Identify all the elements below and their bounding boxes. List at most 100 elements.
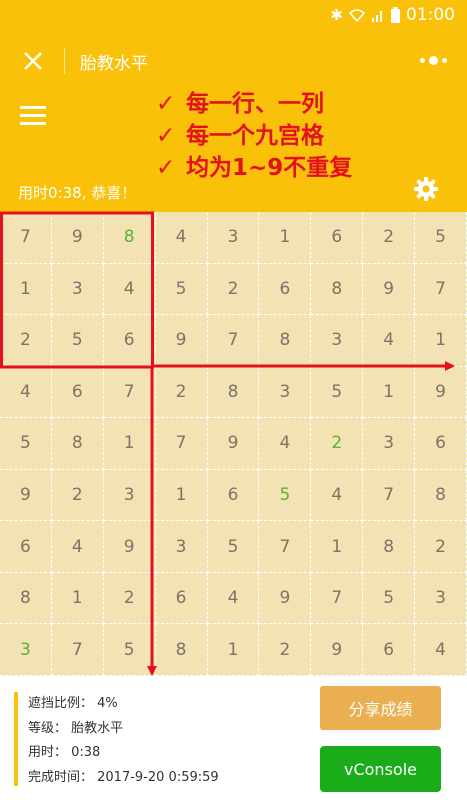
- sudoku-cell[interactable]: 5: [311, 366, 364, 419]
- sudoku-cell[interactable]: 6: [363, 624, 416, 676]
- sudoku-cell[interactable]: 3: [51, 263, 104, 316]
- sudoku-cell[interactable]: 4: [103, 263, 156, 316]
- sudoku-cell[interactable]: 9: [155, 315, 208, 367]
- check-icon: ✓: [156, 155, 176, 181]
- sudoku-cell[interactable]: 3: [155, 521, 208, 573]
- sudoku-cell[interactable]: 9: [0, 469, 52, 522]
- sudoku-cell[interactable]: 8: [207, 366, 260, 419]
- wifi-icon: [349, 9, 365, 22]
- sudoku-cell[interactable]: 1: [259, 212, 312, 264]
- sudoku-cell[interactable]: 4: [311, 469, 364, 522]
- sudoku-cell[interactable]: 8: [155, 624, 208, 676]
- sudoku-cell[interactable]: 6: [155, 572, 208, 625]
- sudoku-cell[interactable]: 8: [311, 263, 364, 316]
- sudoku-cell[interactable]: 9: [363, 263, 416, 316]
- sudoku-cell[interactable]: 4: [155, 212, 208, 264]
- sudoku-cell[interactable]: 5: [103, 624, 156, 676]
- sudoku-cell[interactable]: 8: [363, 521, 416, 573]
- sudoku-cell[interactable]: 4: [207, 572, 260, 625]
- sudoku-cell[interactable]: 3: [103, 469, 156, 522]
- sudoku-cell[interactable]: 3: [259, 366, 312, 419]
- sudoku-cell[interactable]: 1: [363, 366, 416, 419]
- result-info: 遮挡比例： 4% 等级： 胎教水平 用时： 0:38 完成时间： 2017-9-…: [28, 692, 219, 790]
- page-title: 胎教水平: [80, 54, 148, 74]
- sudoku-cell[interactable]: 2: [0, 315, 52, 367]
- sudoku-cell[interactable]: 2: [51, 469, 104, 522]
- sudoku-cell[interactable]: 6: [207, 469, 260, 522]
- close-button[interactable]: [18, 46, 48, 76]
- sudoku-cell[interactable]: 3: [0, 624, 52, 676]
- sudoku-cell[interactable]: 6: [259, 263, 312, 316]
- sudoku-cell[interactable]: 1: [103, 418, 156, 470]
- sudoku-cell[interactable]: 7: [51, 624, 104, 676]
- sudoku-cell[interactable]: 8: [51, 418, 104, 470]
- sudoku-cell[interactable]: 6: [415, 418, 467, 470]
- finish-time: 完成时间： 2017-9-20 0:59:59: [28, 769, 219, 785]
- sudoku-cell[interactable]: 5: [415, 212, 467, 264]
- sudoku-cell[interactable]: 2: [363, 212, 416, 264]
- close-icon: [24, 52, 42, 70]
- sudoku-cell[interactable]: 4: [363, 315, 416, 367]
- time-used: 用时： 0:38: [28, 745, 101, 760]
- game-header: ✓ 每一行、一列 ✓ 每一个九宫格 ✓ 均为1~9不重复 用时0:38, 恭喜！: [0, 88, 467, 212]
- sudoku-cell[interactable]: 1: [0, 263, 52, 316]
- sudoku-cell[interactable]: 7: [103, 366, 156, 419]
- sudoku-cell[interactable]: 7: [0, 212, 52, 264]
- sudoku-cell[interactable]: 4: [51, 521, 104, 573]
- sudoku-cell[interactable]: 8: [259, 315, 312, 367]
- sudoku-cell[interactable]: 5: [259, 469, 312, 522]
- status-icons: ✱ 01:00: [330, 5, 455, 25]
- sudoku-cell[interactable]: 6: [51, 366, 104, 419]
- sudoku-cell[interactable]: 2: [207, 263, 260, 316]
- sudoku-cell[interactable]: 7: [259, 521, 312, 573]
- sudoku-cell[interactable]: 7: [311, 572, 364, 625]
- sudoku-cell[interactable]: 7: [207, 315, 260, 367]
- sudoku-cell[interactable]: 1: [415, 315, 467, 367]
- sudoku-cell[interactable]: 2: [311, 418, 364, 470]
- sudoku-cell[interactable]: 2: [103, 572, 156, 625]
- sudoku-cell[interactable]: 9: [51, 212, 104, 264]
- menu-button[interactable]: [20, 106, 46, 128]
- sudoku-cell[interactable]: 8: [103, 212, 156, 264]
- sudoku-cell[interactable]: 2: [415, 521, 467, 573]
- vconsole-button[interactable]: vConsole: [320, 746, 441, 792]
- sudoku-cell[interactable]: 9: [415, 366, 467, 419]
- sudoku-cell[interactable]: 5: [155, 263, 208, 316]
- sudoku-cell[interactable]: 2: [155, 366, 208, 419]
- sudoku-cell[interactable]: 1: [311, 521, 364, 573]
- sudoku-cell[interactable]: 4: [0, 366, 52, 419]
- settings-button[interactable]: [413, 176, 439, 202]
- sudoku-cell[interactable]: 6: [0, 521, 52, 573]
- sudoku-cell[interactable]: 9: [207, 418, 260, 470]
- sudoku-cell[interactable]: 9: [103, 521, 156, 573]
- sudoku-cell[interactable]: 9: [311, 624, 364, 676]
- sudoku-cell[interactable]: 1: [207, 624, 260, 676]
- nav-bar: 胎教水平: [0, 34, 467, 88]
- sudoku-cell[interactable]: 2: [259, 624, 312, 676]
- sudoku-cell[interactable]: 1: [155, 469, 208, 522]
- sudoku-cell[interactable]: 8: [415, 469, 467, 522]
- sudoku-cell[interactable]: 3: [311, 315, 364, 367]
- sudoku-cell[interactable]: 9: [259, 572, 312, 625]
- timer-text: 用时0:38, 恭喜！: [18, 184, 137, 202]
- sudoku-cell[interactable]: 8: [0, 572, 52, 625]
- sudoku-cell[interactable]: 5: [363, 572, 416, 625]
- sudoku-cell[interactable]: 7: [155, 418, 208, 470]
- sudoku-cell[interactable]: 7: [363, 469, 416, 522]
- sudoku-cell[interactable]: 3: [415, 572, 467, 625]
- accent-bar: [14, 692, 18, 786]
- share-button[interactable]: 分享成绩: [320, 686, 441, 730]
- sudoku-cell[interactable]: 4: [259, 418, 312, 470]
- sudoku-cell[interactable]: 3: [363, 418, 416, 470]
- more-button[interactable]: [420, 50, 447, 70]
- sudoku-cell[interactable]: 6: [311, 212, 364, 264]
- sudoku-cell[interactable]: 5: [0, 418, 52, 470]
- sudoku-cell[interactable]: 1: [51, 572, 104, 625]
- sudoku-cell[interactable]: 3: [207, 212, 260, 264]
- sudoku-cell[interactable]: 4: [415, 624, 467, 676]
- sudoku-cell[interactable]: 5: [207, 521, 260, 573]
- sudoku-cell[interactable]: 6: [103, 315, 156, 367]
- sudoku-cell[interactable]: 5: [51, 315, 104, 367]
- sudoku-cell[interactable]: 7: [415, 263, 467, 316]
- bluetooth-icon: ✱: [330, 6, 343, 24]
